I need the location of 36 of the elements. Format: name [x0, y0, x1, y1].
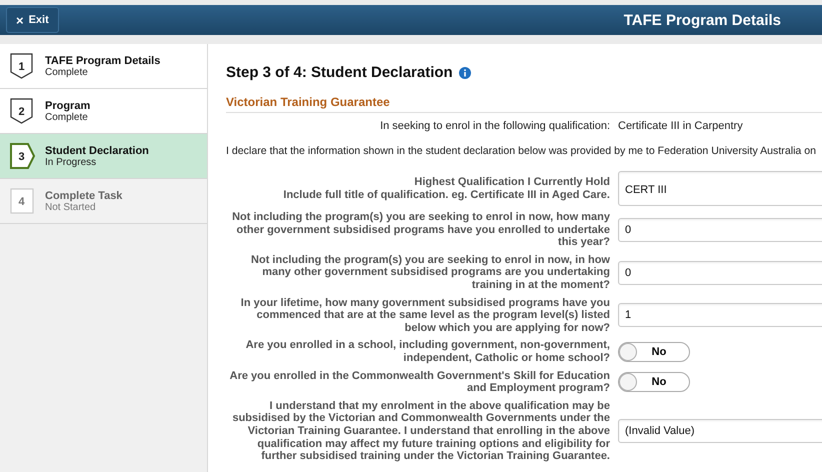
- question-label: Are you enrolled in a school, including government, non-government, independent, Catholic or home school?: [244, 339, 610, 365]
- text-field[interactable]: CERT III: [618, 171, 822, 206]
- question-label: Highest Qualification I Currently Hold Include full title of qualification. eg. Certificate III in Aged Care.: [282, 176, 610, 202]
- text-field[interactable]: 0: [618, 260, 822, 285]
- step-status: Complete: [45, 66, 89, 78]
- step-number-icon: 3: [10, 142, 36, 170]
- step-number-icon: 4: [10, 188, 36, 214]
- step-status: In Progress: [45, 156, 98, 168]
- step-item[interactable]: 1 TAFE Program Details Complete: [0, 44, 207, 89]
- step-name: Program: [45, 100, 90, 112]
- step-heading: Step 3 of 4: Student Declaration: [226, 64, 453, 81]
- step-status: Not Started: [45, 202, 97, 212]
- qualification-value: Certificate III in Carpentry: [618, 120, 744, 132]
- declaration-text: I declare that the information shown in the student declaration below was provided by me to Federation University Australia on: [226, 145, 818, 157]
- text-field[interactable]: 0: [618, 218, 822, 242]
- text-field[interactable]: 1: [618, 303, 822, 328]
- step-name: TAFE Program Details: [45, 54, 160, 66]
- step-item[interactable]: 2 Program Complete: [0, 89, 207, 134]
- step-status: Complete: [45, 112, 88, 122]
- question-label: Are you enrolled in the Commonwealth Government's Skill for Education and Employment program?: [228, 370, 610, 395]
- exit-button[interactable]: × Exit: [6, 7, 59, 33]
- step-name: Student Declaration: [45, 144, 149, 156]
- info-icon[interactable]: [458, 66, 471, 78]
- text-field[interactable]: (Invalid Value): [618, 419, 822, 444]
- question-label: I understand that my enrolment in the above qualification may be subsidised by the Victorian and Commonwealth Governments under the Victorian Training Guarantee. I understand that enrolling in the above qualification may affect my future training options and eligibility for further subsidised training under the Victorian Training Guarantee.: [231, 400, 610, 463]
- section-heading: Victorian Training Guarantee: [226, 95, 822, 113]
- step-name: Complete Task: [45, 190, 122, 202]
- step-item[interactable]: 3 Student Declaration In Progress: [0, 134, 207, 179]
- page-title: TAFE Program Details: [624, 12, 781, 28]
- toggle-switch[interactable]: No: [618, 372, 690, 392]
- question-label: Not including the program(s) you are seeking to enrol in now, in how many other government subsidised programs are you undertaking training in at the moment?: [250, 254, 610, 292]
- qualification-label: In seeking to enrol in the following qualification:: [379, 120, 610, 132]
- question-label: Not including the program(s) you are seeking to enrol in now, how many other government subsidised programs have you enrolled to undertake this year?: [231, 211, 610, 249]
- close-icon: ×: [16, 12, 24, 28]
- toggle-switch[interactable]: No: [618, 342, 690, 362]
- question-label: In your lifetime, how many government subsidised programs have you commenced that are at the same level as the program level(s) listed below which you are applying for now?: [240, 296, 610, 334]
